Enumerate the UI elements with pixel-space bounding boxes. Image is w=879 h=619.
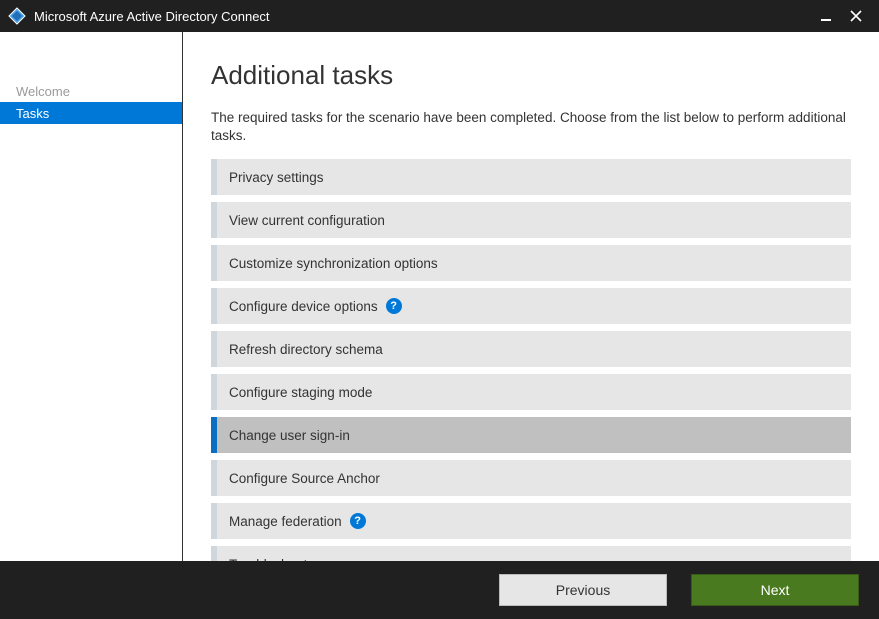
task-item[interactable]: Privacy settings [211, 159, 851, 195]
app-logo-icon [8, 7, 26, 25]
help-icon[interactable]: ? [386, 298, 402, 314]
task-label: Change user sign-in [229, 428, 350, 443]
next-button[interactable]: Next [691, 574, 859, 606]
task-accent-bar [211, 331, 217, 367]
task-item[interactable]: Configure device options? [211, 288, 851, 324]
task-item[interactable]: Configure staging mode [211, 374, 851, 410]
help-icon[interactable]: ? [350, 513, 366, 529]
previous-button[interactable]: Previous [499, 574, 667, 606]
task-accent-bar [211, 417, 217, 453]
task-label: Configure staging mode [229, 385, 372, 400]
page-title: Additional tasks [211, 60, 851, 91]
task-label: View current configuration [229, 213, 385, 228]
task-accent-bar [211, 202, 217, 238]
task-item[interactable]: Configure Source Anchor [211, 460, 851, 496]
minimize-button[interactable] [811, 0, 841, 32]
task-accent-bar [211, 460, 217, 496]
task-label: Configure Source Anchor [229, 471, 380, 486]
titlebar: Microsoft Azure Active Directory Connect [0, 0, 879, 32]
window-title: Microsoft Azure Active Directory Connect [34, 9, 811, 24]
task-accent-bar [211, 245, 217, 281]
sidebar-item-label: Welcome [16, 84, 70, 99]
sidebar: Welcome Tasks [0, 32, 183, 561]
task-item[interactable]: View current configuration [211, 202, 851, 238]
task-item[interactable]: Troubleshoot [211, 546, 851, 561]
next-button-label: Next [761, 582, 790, 598]
content-area: Additional tasks The required tasks for … [183, 32, 879, 561]
main-area: Welcome Tasks Additional tasks The requi… [0, 32, 879, 561]
sidebar-item-tasks[interactable]: Tasks [0, 102, 182, 124]
task-label: Troubleshoot [229, 557, 307, 561]
task-item[interactable]: Customize synchronization options [211, 245, 851, 281]
page-description: The required tasks for the scenario have… [211, 109, 851, 145]
task-item[interactable]: Change user sign-in [211, 417, 851, 453]
task-label: Privacy settings [229, 170, 324, 185]
sidebar-item-label: Tasks [16, 106, 49, 121]
task-label: Customize synchronization options [229, 256, 438, 271]
task-accent-bar [211, 546, 217, 561]
task-accent-bar [211, 288, 217, 324]
task-accent-bar [211, 503, 217, 539]
task-list: Privacy settings View current configurati… [211, 159, 851, 561]
task-item[interactable]: Manage federation? [211, 503, 851, 539]
footer-bar: Previous Next [0, 561, 879, 619]
task-accent-bar [211, 159, 217, 195]
task-label: Manage federation [229, 514, 342, 529]
task-item[interactable]: Refresh directory schema [211, 331, 851, 367]
sidebar-item-welcome[interactable]: Welcome [0, 80, 182, 102]
task-label: Refresh directory schema [229, 342, 383, 357]
previous-button-label: Previous [556, 582, 610, 598]
task-label: Configure device options [229, 299, 378, 314]
task-accent-bar [211, 374, 217, 410]
close-button[interactable] [841, 0, 871, 32]
